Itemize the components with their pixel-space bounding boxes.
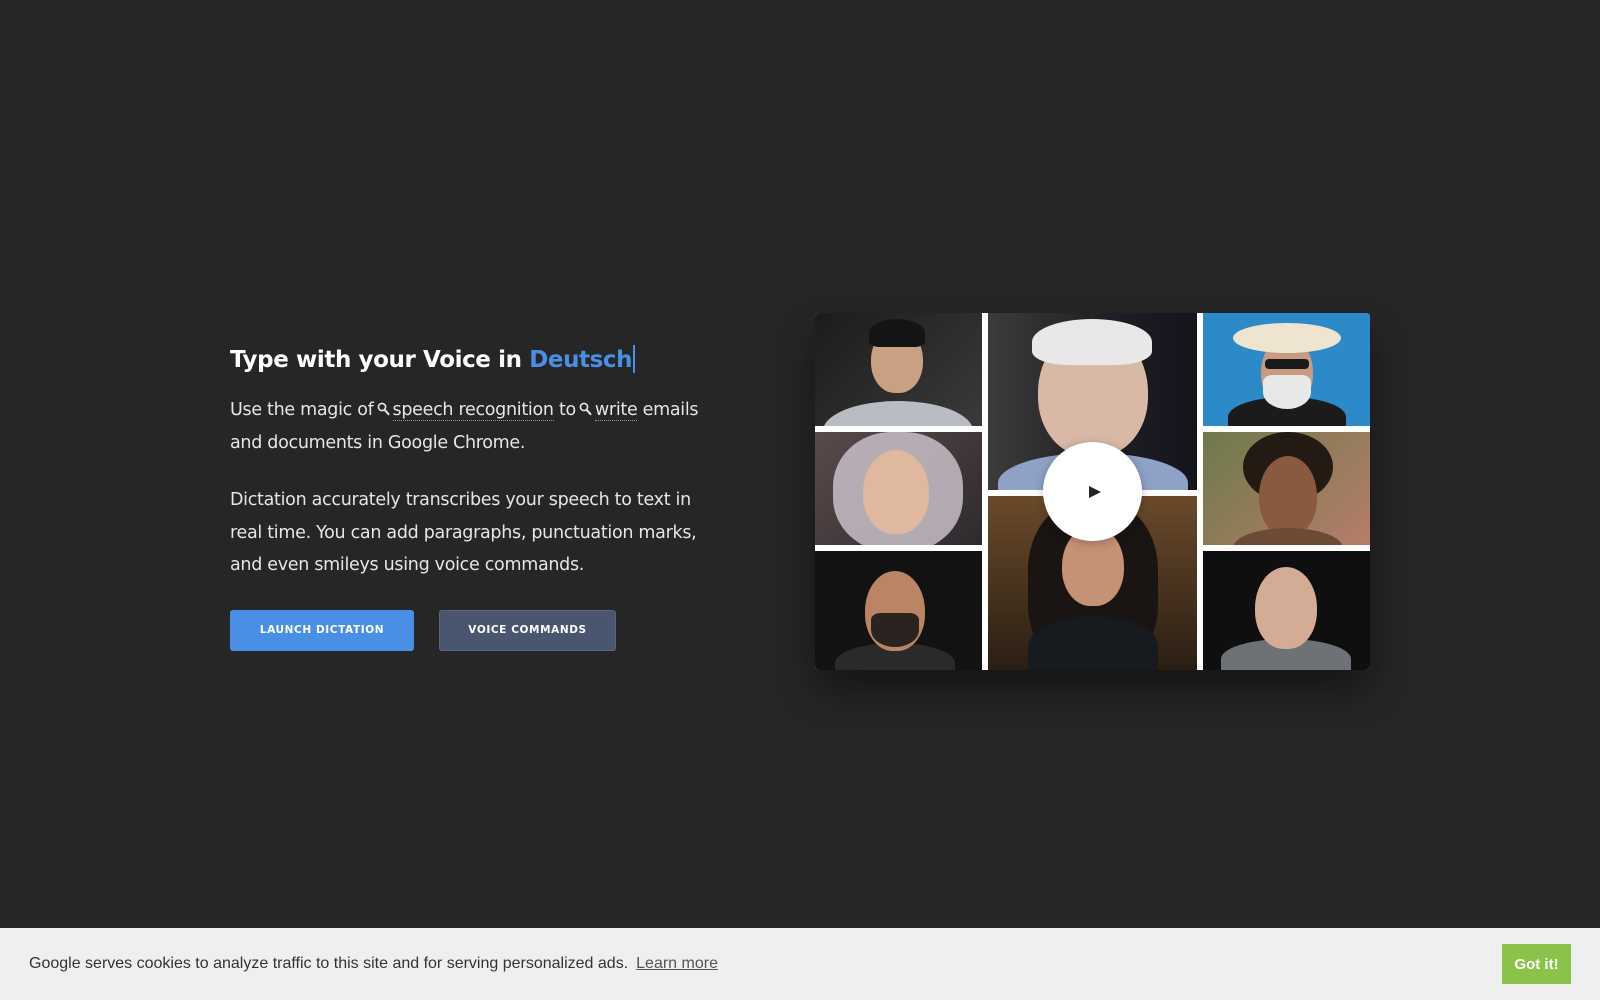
portrait-tile [815, 551, 982, 670]
page: Type with your Voice in Deutsch Use the … [0, 0, 1600, 1000]
language-name: Deutsch [529, 347, 633, 373]
search-icon [377, 402, 390, 416]
portrait-tile [1203, 551, 1370, 670]
learn-more-link[interactable]: Learn more [636, 955, 718, 973]
lead-start: Use the magic of [230, 400, 374, 420]
play-button[interactable] [1043, 442, 1142, 541]
search-icon [579, 402, 592, 416]
play-icon [1088, 485, 1101, 498]
portrait-tile [815, 313, 982, 426]
portrait-tile [1203, 313, 1370, 426]
lead-mid: to [558, 400, 576, 420]
headline-prefix: Type with your Voice in [230, 347, 522, 373]
headline: Type with your Voice in Deutsch [230, 338, 700, 382]
typing-cursor [633, 345, 636, 373]
launch-dictation-button[interactable]: LAUNCH DICTATION [230, 609, 414, 651]
lead-paragraph: Use the magic of speech recognition to wri… [230, 394, 700, 459]
write-link[interactable]: write [594, 400, 638, 421]
voice-commands-button[interactable]: VOICE COMMANDS [439, 609, 616, 651]
speech-recognition-link[interactable]: speech recognition [392, 400, 554, 421]
cookie-banner: Google serves cookies to analyze traffic… [0, 928, 1600, 1000]
action-buttons: LAUNCH DICTATION VOICE COMMANDS [230, 609, 700, 651]
description-paragraph: Dictation accurately transcribes your sp… [230, 490, 697, 575]
video-thumbnail[interactable] [815, 313, 1370, 670]
cookie-message: Google serves cookies to analyze traffic… [29, 955, 629, 972]
intro-section: Type with your Voice in Deutsch Use the … [230, 338, 700, 651]
accept-cookies-button[interactable]: Got it! [1502, 944, 1571, 984]
portrait-tile [1203, 432, 1370, 545]
portrait-tile [815, 432, 982, 545]
